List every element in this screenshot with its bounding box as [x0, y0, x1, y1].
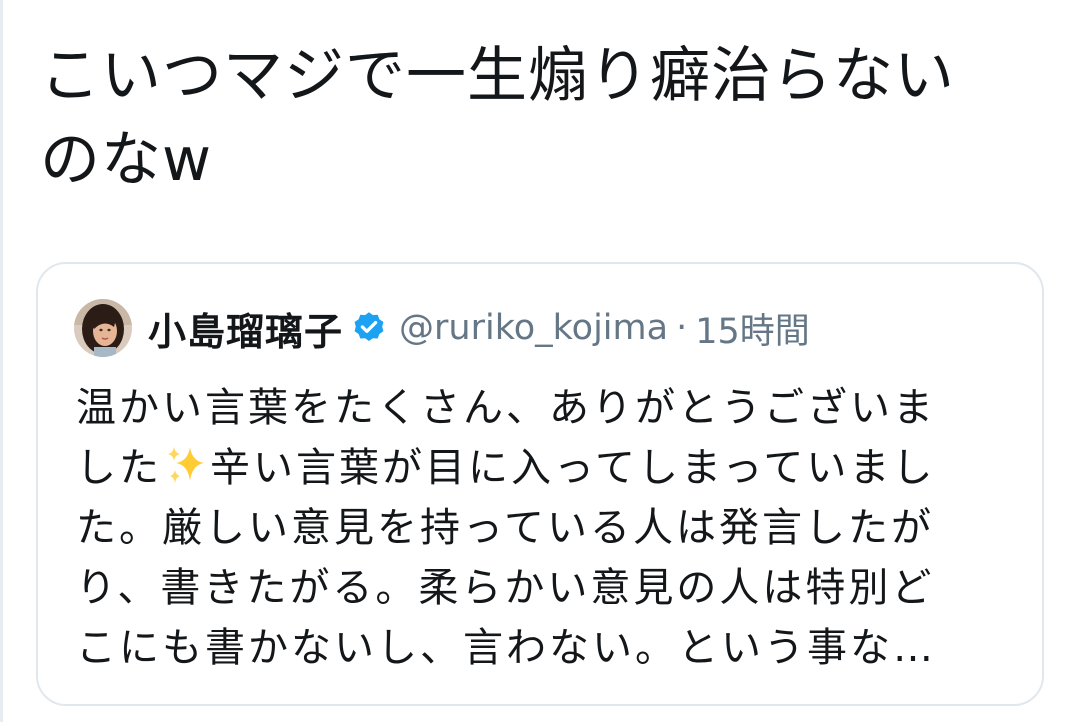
profile-photo-icon [74, 299, 132, 357]
user-handle[interactable]: @ruriko_kojima [399, 308, 668, 348]
quoted-text-line: 温かい言葉をたくさん、ありがとうございま [76, 385, 936, 431]
separator-dot: · [676, 308, 688, 348]
tweet-text-line: こいつマジで一生煽り癖治らない [40, 41, 955, 111]
tweet-text: こいつマジで一生煽り癖治らない のなw [40, 34, 1050, 202]
quoted-tweet-text: 温かい言葉をたくさん、ありがとうございま した 辛い言葉が目に入ってしまっていま… [76, 378, 1016, 678]
display-name[interactable]: 小島瑠璃子 [148, 301, 343, 356]
quoted-text-line: した 辛い言葉が目に入ってしまっていまし [76, 438, 1016, 498]
timeline-divider [0, 0, 3, 722]
quoted-text-line: た。厳しい意見を持っている人は発言したが [76, 505, 934, 551]
verified-badge-icon [354, 312, 384, 342]
quoted-text-segment: した [76, 445, 162, 491]
quoted-text-segment: 辛い言葉が目に入ってしまっていまし [210, 445, 936, 491]
tweet-text-line: のなw [40, 125, 213, 195]
quoted-tweet-header: 小島瑠璃子 @ruriko_kojima · 15時間 [74, 298, 810, 358]
quoted-text-line: こにも書かないし、言わない。という事な… [76, 625, 936, 671]
quoted-text-line: り、書きたがる。柔らかい意見の人は特別ど [76, 565, 935, 611]
avatar[interactable] [74, 299, 132, 357]
timestamp[interactable]: 15時間 [695, 303, 810, 354]
quoted-tweet-card[interactable]: 小島瑠璃子 @ruriko_kojima · 15時間 温かい言葉をたくさん、あ… [36, 262, 1044, 706]
sparkles-icon [168, 447, 204, 483]
